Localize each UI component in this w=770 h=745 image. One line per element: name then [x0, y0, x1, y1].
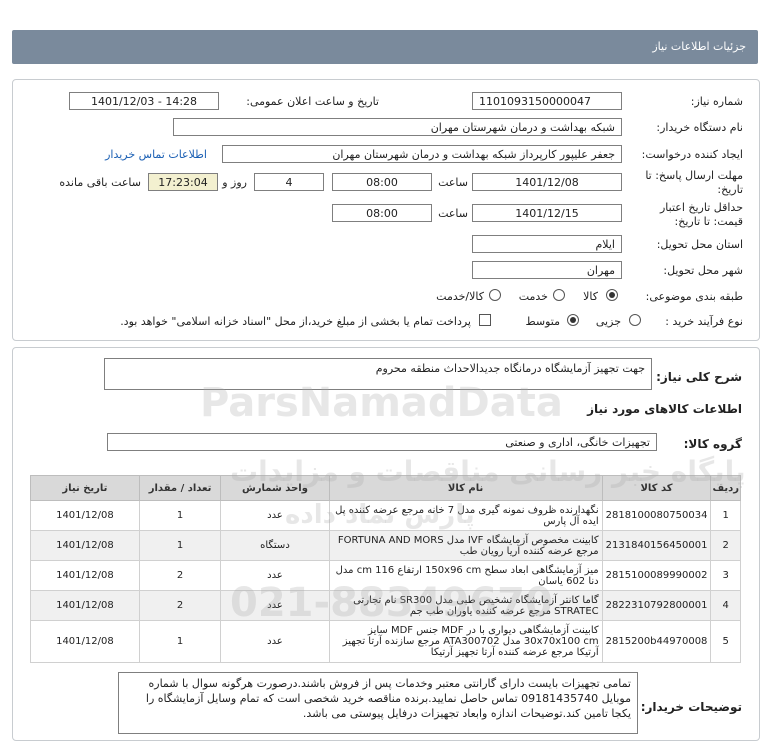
table-row: 4 2822310792800001 گاما کانتر آزمایشگاه …	[30, 590, 741, 621]
validity-date-label: قیمت: تا تاریخ:	[674, 215, 743, 228]
buyer-notes-field: تمامی تجهیزات بایست دارای گارانتی معتبر …	[118, 672, 638, 734]
item-code: 2818100080750034	[601, 500, 712, 531]
category-goods-label: کالا	[583, 290, 598, 303]
page-header: جزئیات اطلاعات نیاز	[12, 30, 758, 64]
need-number-label: شماره نیاز:	[690, 95, 743, 108]
category-goods-service-label: کالا/خدمت	[436, 290, 484, 303]
item-name: نگهدارنده ظروف نمونه گیری مدل 7 خانه مرج…	[328, 500, 603, 531]
item-code: 2131840156450001	[601, 530, 712, 561]
category-label: طبقه بندی موضوعی:	[645, 290, 743, 303]
summary-field: جهت تجهیز آزمایشگاه درمانگاه جدیدالاحداث…	[104, 358, 652, 390]
remaining-days-field: 4	[254, 173, 324, 191]
goods-table-header: ردیف کد کالا نام کالا واحد شمارش تعداد /…	[30, 475, 741, 501]
row-number: 5	[710, 620, 741, 663]
item-unit: دستگاه	[220, 530, 330, 561]
goods-group-label: گروه کالا:	[683, 437, 742, 451]
treasury-payment-note: پرداخت تمام یا بخشی از مبلغ خرید،از محل …	[120, 315, 471, 328]
table-row: 5 2815200b44970008 کابینت آزمایشگاهی دیو…	[30, 620, 741, 663]
item-name: میز آزمایشگاهی ابعاد سطح 150x96 cm ارتفا…	[328, 560, 603, 591]
validity-label: حداقل تاریخ اعتبار	[659, 201, 743, 214]
item-qty: 2	[138, 590, 222, 621]
deadline-date-label: تاریخ:	[717, 183, 743, 196]
deadline-label: مهلت ارسال پاسخ: تا	[645, 169, 743, 182]
remaining-time-label: ساعت باقی مانده	[59, 176, 141, 189]
process-medium-radio[interactable]	[567, 314, 579, 326]
validity-time-label: ساعت	[438, 207, 468, 220]
validity-time-field: 08:00	[332, 204, 432, 222]
treasury-payment-checkbox[interactable]	[479, 314, 491, 326]
col-qty-header: تعداد / مقدار	[138, 475, 222, 501]
item-qty: 1	[138, 500, 222, 531]
category-service-radio[interactable]	[553, 289, 565, 301]
item-date: 1401/12/08	[30, 590, 140, 621]
item-date: 1401/12/08	[30, 530, 140, 561]
province-field: ایلام	[472, 235, 622, 253]
city-field: مهران	[472, 261, 622, 279]
row-number: 2	[710, 530, 741, 561]
goods-section-title: اطلاعات کالاهای مورد نیاز	[587, 402, 742, 416]
item-qty: 1	[138, 530, 222, 561]
table-row: 3 2815100089990002 میز آزمایشگاهی ابعاد …	[30, 560, 741, 591]
item-code: 2815100089990002	[601, 560, 712, 591]
category-goods-radio[interactable]	[606, 289, 618, 301]
need-number-field: 1101093150000047	[472, 92, 622, 110]
process-label: نوع فرآیند خرید :	[665, 315, 743, 328]
item-date: 1401/12/08	[30, 620, 140, 663]
table-row: 1 2818100080750034 نگهدارنده ظروف نمونه …	[30, 500, 741, 531]
deadline-date-field: 1401/12/08	[472, 173, 622, 191]
process-minor-label: جزیی	[595, 315, 621, 328]
summary-label: شرح کلی نیاز:	[656, 370, 742, 384]
validity-date-field: 1401/12/15	[472, 204, 622, 222]
col-name-header: نام کالا	[328, 475, 603, 501]
days-label: روز و	[222, 176, 247, 189]
row-number: 4	[710, 590, 741, 621]
buyer-contact-link[interactable]: اطلاعات تماس خریدار	[105, 148, 207, 161]
goods-table: ردیف کد کالا نام کالا واحد شمارش تعداد /…	[30, 475, 741, 663]
col-row-header: ردیف	[710, 475, 741, 501]
goods-group-field: تجهیزات خانگی، اداری و صنعتی	[107, 433, 657, 451]
item-unit: عدد	[220, 560, 330, 591]
item-name: کابینت آزمایشگاهی دیواری با در MDF جنس M…	[328, 620, 603, 663]
process-minor-radio[interactable]	[629, 314, 641, 326]
page-title: جزئیات اطلاعات نیاز	[652, 40, 746, 53]
city-label: شهر محل تحویل:	[663, 264, 743, 277]
row-number: 3	[710, 560, 741, 591]
buyer-org-field: شبکه بهداشت و درمان شهرستان مهران	[173, 118, 622, 136]
item-qty: 1	[138, 620, 222, 663]
process-medium-label: متوسط	[525, 315, 560, 328]
announce-date-label: تاریخ و ساعت اعلان عمومی:	[246, 95, 379, 108]
item-unit: عدد	[220, 500, 330, 531]
item-qty: 2	[138, 560, 222, 591]
item-unit: عدد	[220, 590, 330, 621]
province-label: استان محل تحویل:	[656, 238, 743, 251]
category-goods-service-radio[interactable]	[489, 289, 501, 301]
item-code: 2822310792800001	[601, 590, 712, 621]
item-name: کابینت مخصوص آزمایشگاه IVF مدل FORTUNA A…	[328, 530, 603, 561]
announce-date-field: 1401/12/03 - 14:28	[69, 92, 219, 110]
item-unit: عدد	[220, 620, 330, 663]
item-name: گاما کانتر آزمایشگاه تشخیص طبی مدل SR300…	[328, 590, 603, 621]
requester-field: جعفر علیپور کارپرداز شبکه بهداشت و درمان…	[222, 145, 622, 163]
deadline-time-label: ساعت	[438, 176, 468, 189]
col-date-header: تاریخ نیاز	[30, 475, 140, 501]
category-service-label: خدمت	[518, 290, 548, 303]
deadline-time-field: 08:00	[332, 173, 432, 191]
item-code: 2815200b44970008	[601, 620, 712, 663]
buyer-notes-label: توضیحات خریدار:	[640, 700, 742, 714]
row-number: 1	[710, 500, 741, 531]
buyer-org-label: نام دستگاه خریدار:	[656, 121, 743, 134]
remaining-time-field: 17:23:04	[148, 173, 218, 191]
requester-label: ایجاد کننده درخواست:	[641, 148, 743, 161]
item-date: 1401/12/08	[30, 500, 140, 531]
item-date: 1401/12/08	[30, 560, 140, 591]
col-code-header: کد کالا	[601, 475, 712, 501]
col-unit-header: واحد شمارش	[220, 475, 330, 501]
table-row: 2 2131840156450001 کابینت مخصوص آزمایشگا…	[30, 530, 741, 561]
